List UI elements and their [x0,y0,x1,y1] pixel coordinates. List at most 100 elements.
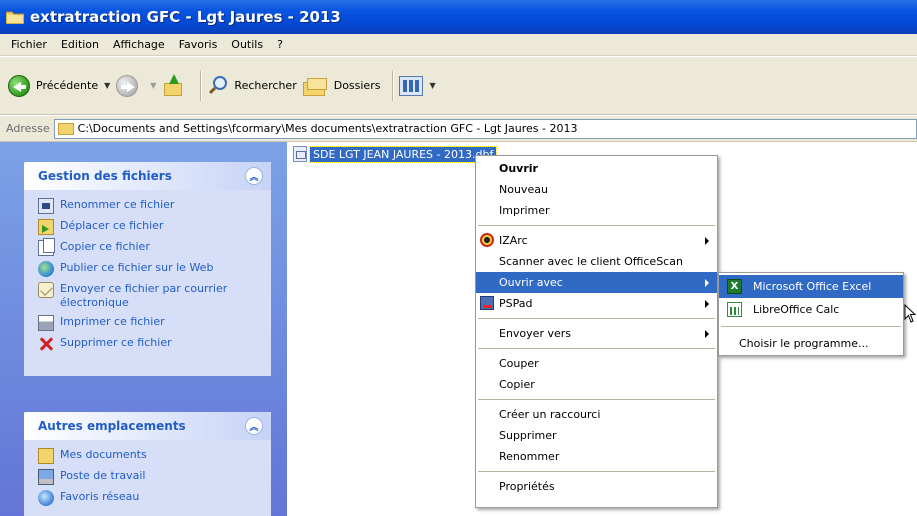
submenu-item-libreoffice-calc[interactable]: LibreOffice Calc [719,298,903,321]
folder-icon [5,10,25,25]
title-bar: extratraction GFC - Lgt Jaures - 2013 [0,0,917,34]
menu-fichier[interactable]: Fichier [4,38,54,51]
up-folder-icon [162,73,184,98]
menu-favoris[interactable]: Favoris [172,38,225,51]
excel-icon: X [727,279,742,294]
menu-item-scan[interactable]: Scanner avec le client OfficeScan [476,251,717,272]
menu-item-properties[interactable]: Propriétés [476,476,717,497]
search-icon [207,75,229,97]
menu-separator [478,225,715,226]
submenu-item-excel[interactable]: X Microsoft Office Excel [719,275,903,298]
views-icon [399,75,424,96]
forward-arrow-icon [116,74,139,97]
file-name: SDE LGT JEAN JAURES - 2013.dbf [308,145,498,163]
folders-label: Dossiers [333,79,381,92]
excel-label: Microsoft Office Excel [753,280,872,293]
menu-item-open[interactable]: Ouvrir [476,158,717,179]
task-rename[interactable]: Renommer ce fichier [38,198,261,214]
toolbar-separator [200,70,202,101]
back-button[interactable]: Précédente ▼ [8,70,110,102]
folder-icon [57,122,74,135]
place-my-documents[interactable]: Mes documents [38,448,261,464]
window-title: extratraction GFC - Lgt Jaures - 2013 [30,8,341,26]
open-with-submenu: X Microsoft Office Excel LibreOffice Cal… [718,272,904,356]
izarc-icon [480,233,494,247]
views-dropdown-icon[interactable]: ▼ [429,81,435,90]
forward-dropdown-icon[interactable]: ▼ [150,81,156,90]
place-network[interactable]: Favoris réseau [38,490,261,506]
task-label: Déplacer ce fichier [60,219,164,232]
menu-edition[interactable]: Edition [54,38,106,51]
collapse-icon[interactable]: ︽ [245,167,263,185]
task-label: Renommer ce fichier [60,198,175,211]
task-label: Supprimer ce fichier [60,336,172,349]
task-copy[interactable]: Copier ce fichier [38,238,261,256]
move-icon [38,219,54,235]
views-button[interactable]: ▼ [399,70,436,102]
menu-separator [721,326,901,327]
file-item[interactable]: SDE LGT JEAN JAURES - 2013.dbf [293,145,498,163]
task-label: Copier ce fichier [60,240,150,253]
other-places-header[interactable]: Autres emplacements ︽ [24,412,271,440]
menu-item-rename[interactable]: Renommer [476,446,717,467]
file-tasks-panel: Gestion des fichiers ︽ Renommer ce fichi… [24,162,271,376]
up-folder-button[interactable] [162,70,188,102]
folders-icon [302,76,329,96]
file-tasks-title: Gestion des fichiers [38,169,172,183]
task-email[interactable]: Envoyer ce fichier par courrier électron… [38,282,261,310]
menu-item-new[interactable]: Nouveau [476,179,717,200]
task-pane: Gestion des fichiers ︽ Renommer ce fichi… [0,142,287,516]
menu-separator [478,318,715,319]
back-arrow-icon [8,74,30,97]
menu-item-copy[interactable]: Copier [476,374,717,395]
context-menu: Ouvrir Nouveau Imprimer IZArc Scanner av… [475,155,718,508]
izarc-label: IZArc [499,234,528,247]
toolbar: Précédente ▼ ▼ Rechercher Dossiers ▼ [0,57,917,115]
email-icon [38,282,54,298]
menu-item-pspad[interactable]: PSPad [476,293,717,314]
task-publish-web[interactable]: Publier ce fichier sur le Web [38,261,261,277]
file-tasks-header[interactable]: Gestion des fichiers ︽ [24,162,271,190]
menu-item-send-to[interactable]: Envoyer vers [476,323,717,344]
menu-item-izarc[interactable]: IZArc [476,230,717,251]
menu-item-open-with[interactable]: Ouvrir avec [476,272,717,293]
pspad-label: PSPad [499,297,533,310]
forward-button[interactable]: ▼ [116,70,156,102]
menu-affichage[interactable]: Affichage [106,38,172,51]
folders-button[interactable]: Dossiers [302,70,381,102]
address-bar: Adresse C:\Documents and Settings\fcorma… [0,116,917,142]
place-label: Mes documents [60,448,147,461]
dbf-file-icon [293,146,307,162]
menu-item-print[interactable]: Imprimer [476,200,717,221]
toolbar-separator [392,70,394,101]
menu-outils[interactable]: Outils [224,38,270,51]
search-button[interactable]: Rechercher [207,70,297,102]
mouse-cursor-icon [904,304,917,323]
delete-icon [38,336,54,352]
printer-icon [38,315,54,331]
rename-icon [38,198,54,214]
menu-item-delete[interactable]: Supprimer [476,425,717,446]
task-delete[interactable]: Supprimer ce fichier [38,336,261,352]
other-places-panel: Autres emplacements ︽ Mes documents Post… [24,412,271,516]
menu-item-create-shortcut[interactable]: Créer un raccourci [476,404,717,425]
place-my-computer[interactable]: Poste de travail [38,469,261,485]
back-dropdown-icon[interactable]: ▼ [104,81,110,90]
address-field[interactable]: C:\Documents and Settings\fcormary\Mes d… [53,118,917,139]
menu-help[interactable]: ? [270,38,290,51]
menu-bar: Fichier Edition Affichage Favoris Outils… [0,34,917,56]
menu-item-cut[interactable]: Couper [476,353,717,374]
task-label: Publier ce fichier sur le Web [60,261,214,274]
task-label: Imprimer ce fichier [60,315,165,328]
search-label: Rechercher [234,79,297,92]
task-label: Envoyer ce fichier par courrier électron… [60,282,228,309]
task-print[interactable]: Imprimer ce fichier [38,315,261,331]
submenu-item-choose-program[interactable]: Choisir le programme... [719,332,903,355]
libreoffice-calc-icon [727,302,742,317]
back-label: Précédente [36,79,99,92]
address-path: C:\Documents and Settings\fcormary\Mes d… [77,122,578,135]
open-with-label: Ouvrir avec [499,276,563,289]
collapse-icon[interactable]: ︽ [245,417,263,435]
task-move[interactable]: Déplacer ce fichier [38,219,261,235]
place-label: Favoris réseau [60,490,140,503]
